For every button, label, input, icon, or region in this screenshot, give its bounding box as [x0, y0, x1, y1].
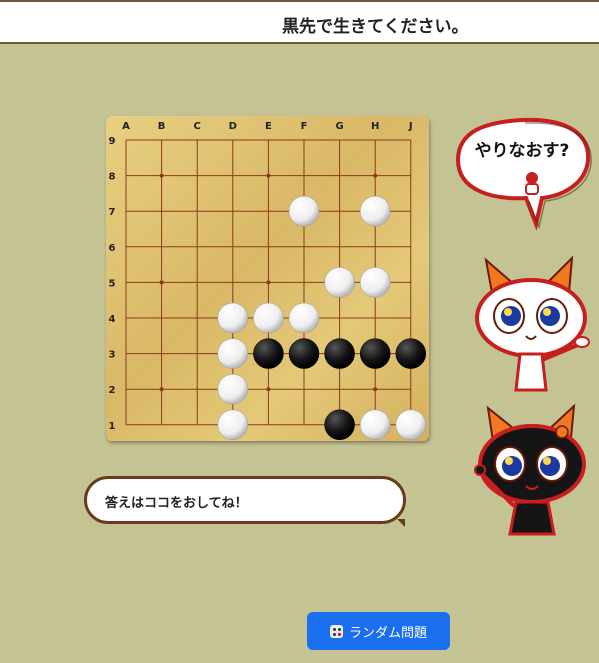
- white-stone: [324, 267, 355, 298]
- retry-bubble-icon[interactable]: やりなおす?: [452, 112, 592, 234]
- star-point: [266, 173, 271, 178]
- black-stone: [324, 338, 355, 369]
- white-stone: [359, 267, 391, 298]
- hint-speech-bubble[interactable]: 答えはココをおしてね！: [84, 476, 406, 527]
- black-stone: [359, 338, 391, 369]
- row-label: 7: [109, 207, 116, 218]
- retry-label: やりなおす?: [475, 141, 570, 161]
- white-stone: [359, 409, 391, 441]
- row-label: 6: [109, 243, 116, 254]
- white-stone: [217, 302, 249, 334]
- row-label: 2: [109, 385, 116, 396]
- white-stone: [359, 195, 391, 227]
- white-cat-character: [472, 255, 590, 402]
- board-grid[interactable]: A B C D E F G H J 9 8 7 6 5 4 3 2 1: [106, 116, 429, 441]
- star-point: [159, 387, 164, 392]
- column-label: E: [265, 121, 272, 132]
- dice-icon: [329, 624, 343, 638]
- white-stone: [395, 409, 427, 441]
- star-point: [373, 387, 378, 392]
- column-label: J: [408, 121, 413, 132]
- row-label: 3: [109, 350, 116, 361]
- problem-title: 黒先で生きてください。: [282, 17, 469, 37]
- white-stone: [253, 302, 284, 334]
- column-label: F: [301, 121, 308, 132]
- star-point: [266, 280, 271, 285]
- hint-text: 答えはココをおしてね！: [105, 496, 248, 511]
- white-stone: [288, 302, 320, 334]
- column-label: C: [194, 121, 201, 132]
- column-label: D: [229, 121, 237, 132]
- black-stone: [395, 338, 427, 369]
- star-point: [373, 173, 378, 178]
- black-stone: [288, 338, 320, 369]
- retry-button[interactable]: やりなおす?: [452, 112, 592, 238]
- column-label: H: [371, 121, 379, 132]
- white-stone: [217, 338, 249, 369]
- random-problem-label: ランダム問題: [348, 625, 427, 641]
- speech-tail: [397, 519, 405, 527]
- row-label: 1: [109, 421, 116, 432]
- go-board[interactable]: A B C D E F G H J 9 8 7 6 5 4 3 2 1: [106, 116, 429, 441]
- column-label: B: [158, 121, 166, 132]
- header-bar: 黒先で生きてください。: [0, 0, 599, 44]
- black-stone: [324, 409, 355, 441]
- white-stone: [217, 373, 249, 405]
- black-cat-character: [474, 402, 592, 544]
- column-label: A: [122, 121, 130, 132]
- row-label: 9: [109, 136, 116, 147]
- row-label: 4: [109, 314, 116, 325]
- random-problem-button[interactable]: ランダム問題: [307, 612, 450, 650]
- star-point: [159, 280, 164, 285]
- black-stone: [253, 338, 284, 369]
- row-label: 5: [109, 278, 116, 289]
- white-stone: [217, 409, 249, 441]
- column-label: G: [335, 121, 343, 132]
- star-point: [266, 387, 271, 392]
- star-point: [159, 173, 164, 178]
- row-label: 8: [109, 172, 116, 183]
- white-stone: [288, 195, 320, 227]
